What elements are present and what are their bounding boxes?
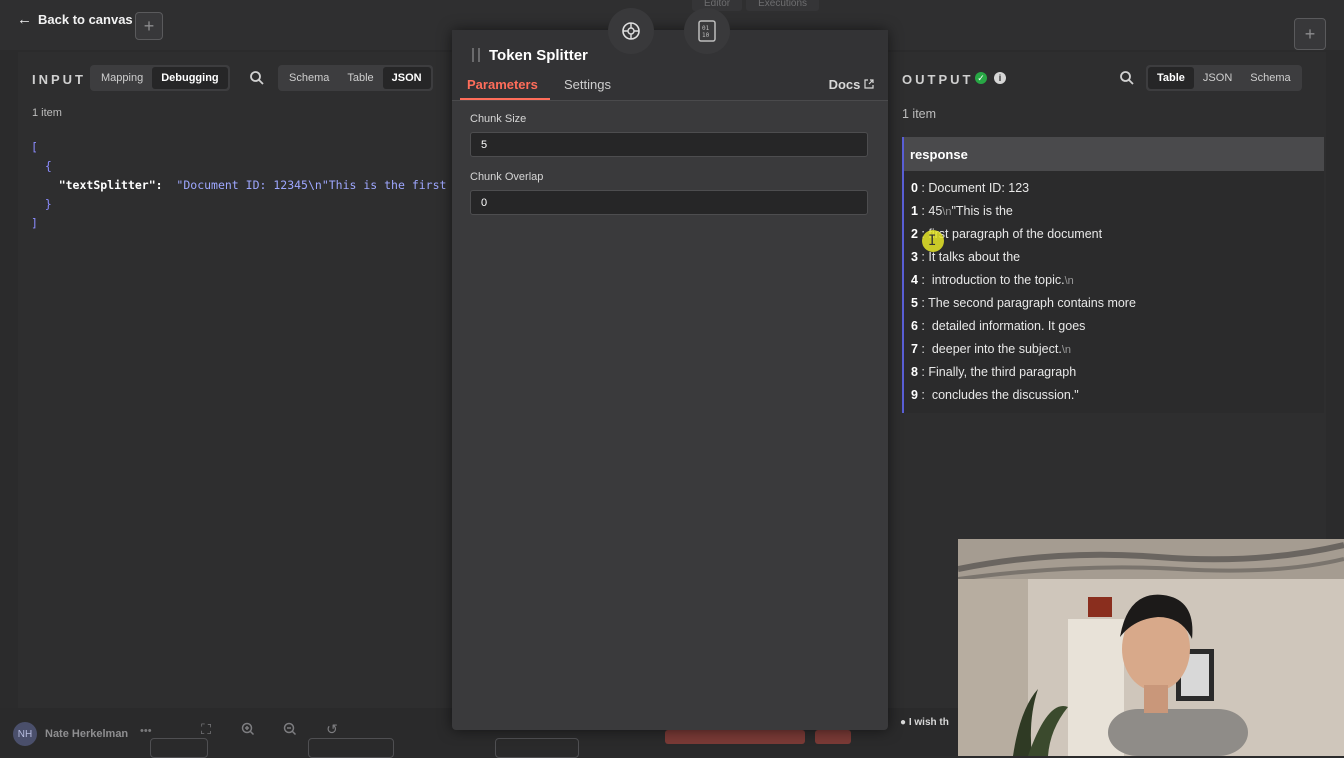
docs-link[interactable]: Docs (829, 77, 874, 92)
execute-button[interactable] (665, 730, 805, 744)
table-row[interactable]: 4 : introduction to the topic.\n (911, 273, 1074, 287)
footer-button[interactable] (308, 738, 394, 758)
json-value: "Document ID: 12345\n"This is the first … (176, 178, 468, 192)
search-icon[interactable] (1119, 70, 1135, 86)
output-label: OUTPUT (902, 72, 974, 87)
table-row[interactable]: 5 : The second paragraph contains more (911, 296, 1136, 310)
lightbulb-icon: ● (900, 717, 907, 728)
tab-settings[interactable]: Settings (564, 77, 611, 92)
reset-zoom-icon[interactable]: ↺ (322, 720, 342, 738)
zoom-in-icon[interactable] (238, 720, 258, 738)
binary-file-icon[interactable]: 01 10 (684, 8, 730, 54)
add-node-button-right[interactable]: + (1294, 18, 1326, 50)
table-row[interactable]: 8 : Finally, the third paragraph (911, 365, 1076, 379)
back-to-canvas-button[interactable]: ← Back to canvas (17, 11, 133, 28)
user-name: Nate Herkelman (45, 728, 129, 740)
more-icon[interactable]: ••• (140, 725, 152, 737)
execute-menu-button[interactable] (815, 730, 851, 744)
node-settings-modal: Token Splitter Parameters Settings Docs … (452, 30, 888, 730)
table-header: response (904, 137, 1324, 171)
input-label: INPUT (32, 72, 86, 87)
zoom-out-icon[interactable] (280, 720, 300, 738)
avatar[interactable]: NH (13, 722, 37, 746)
feedback-text: I wish th (908, 717, 949, 728)
drag-handle[interactable] (472, 48, 480, 62)
ai-node-icon[interactable] (608, 8, 654, 54)
footer-button[interactable] (495, 738, 579, 758)
chunk-size-input[interactable] (470, 132, 868, 157)
input-item-count: 1 item (32, 107, 62, 119)
schema-view-tab[interactable]: Schema (280, 67, 338, 89)
table-row[interactable]: 1 : 45\n"This is the (911, 204, 1013, 218)
table-row[interactable]: 0 : Document ID: 123 (911, 181, 1029, 195)
presenter-video-image (958, 539, 1344, 756)
schema-view-tab[interactable]: Schema (1241, 67, 1299, 89)
table-row[interactable]: 6 : detailed information. It goes (911, 319, 1085, 333)
mapping-tab[interactable]: Mapping (92, 67, 152, 89)
input-view-toggle: Schema Table JSON (278, 65, 433, 91)
svg-text:01: 01 (702, 25, 710, 32)
input-panel: INPUT Mapping Debugging Schema Table JSO… (18, 52, 467, 708)
table-view-tab[interactable]: Table (1148, 67, 1194, 89)
footer-button[interactable] (150, 738, 208, 758)
chunk-size-label: Chunk Size (470, 113, 527, 125)
external-link-icon (864, 79, 874, 89)
back-to-canvas-label: Back to canvas (38, 12, 133, 27)
chunk-overlap-input[interactable] (470, 190, 868, 215)
output-item-count: 1 item (902, 107, 937, 121)
json-key: "textSplitter": (58, 178, 163, 192)
info-icon[interactable]: i (994, 72, 1006, 84)
output-view-toggle: Table JSON Schema (1146, 65, 1302, 91)
table-view-tab[interactable]: Table (338, 67, 382, 89)
json-view-tab[interactable]: JSON (1194, 67, 1241, 89)
column-response: response (910, 147, 968, 162)
json-view-tab[interactable]: JSON (382, 67, 431, 89)
webcam-overlay (958, 539, 1344, 756)
modal-header: Token Splitter Parameters Settings Docs (452, 30, 888, 101)
fit-view-icon[interactable]: ⛶ (196, 720, 216, 738)
arrow-left-icon: ← (17, 11, 32, 28)
check-circle-icon: ✓ (975, 72, 987, 84)
feedback-prompt[interactable]: ● I wish th (900, 717, 949, 728)
svg-text:10: 10 (702, 32, 710, 39)
search-icon[interactable] (249, 70, 265, 86)
tab-parameters[interactable]: Parameters (467, 77, 538, 92)
response-table: response 0 : Document ID: 123 1 : 45\n"T… (902, 137, 1324, 413)
active-tab-indicator (460, 98, 550, 100)
table-row[interactable]: 7 : deeper into the subject.\n (911, 342, 1071, 356)
add-node-button-left[interactable]: + (135, 12, 163, 40)
input-mode-toggle: Mapping Debugging (90, 65, 230, 91)
chunk-overlap-label: Chunk Overlap (470, 171, 544, 183)
node-title[interactable]: Token Splitter (489, 47, 588, 64)
json-viewer: [ { "textSplitter": "Document ID: 12345\… (31, 140, 468, 230)
table-row[interactable]: 3 : It talks about the (911, 250, 1020, 264)
docs-label: Docs (828, 77, 861, 92)
debugging-tab[interactable]: Debugging (152, 67, 228, 89)
table-row[interactable]: 9 : concludes the discussion." (911, 388, 1079, 402)
tab-executions[interactable]: Executions (746, 0, 820, 11)
text-cursor-icon: I (928, 233, 937, 249)
